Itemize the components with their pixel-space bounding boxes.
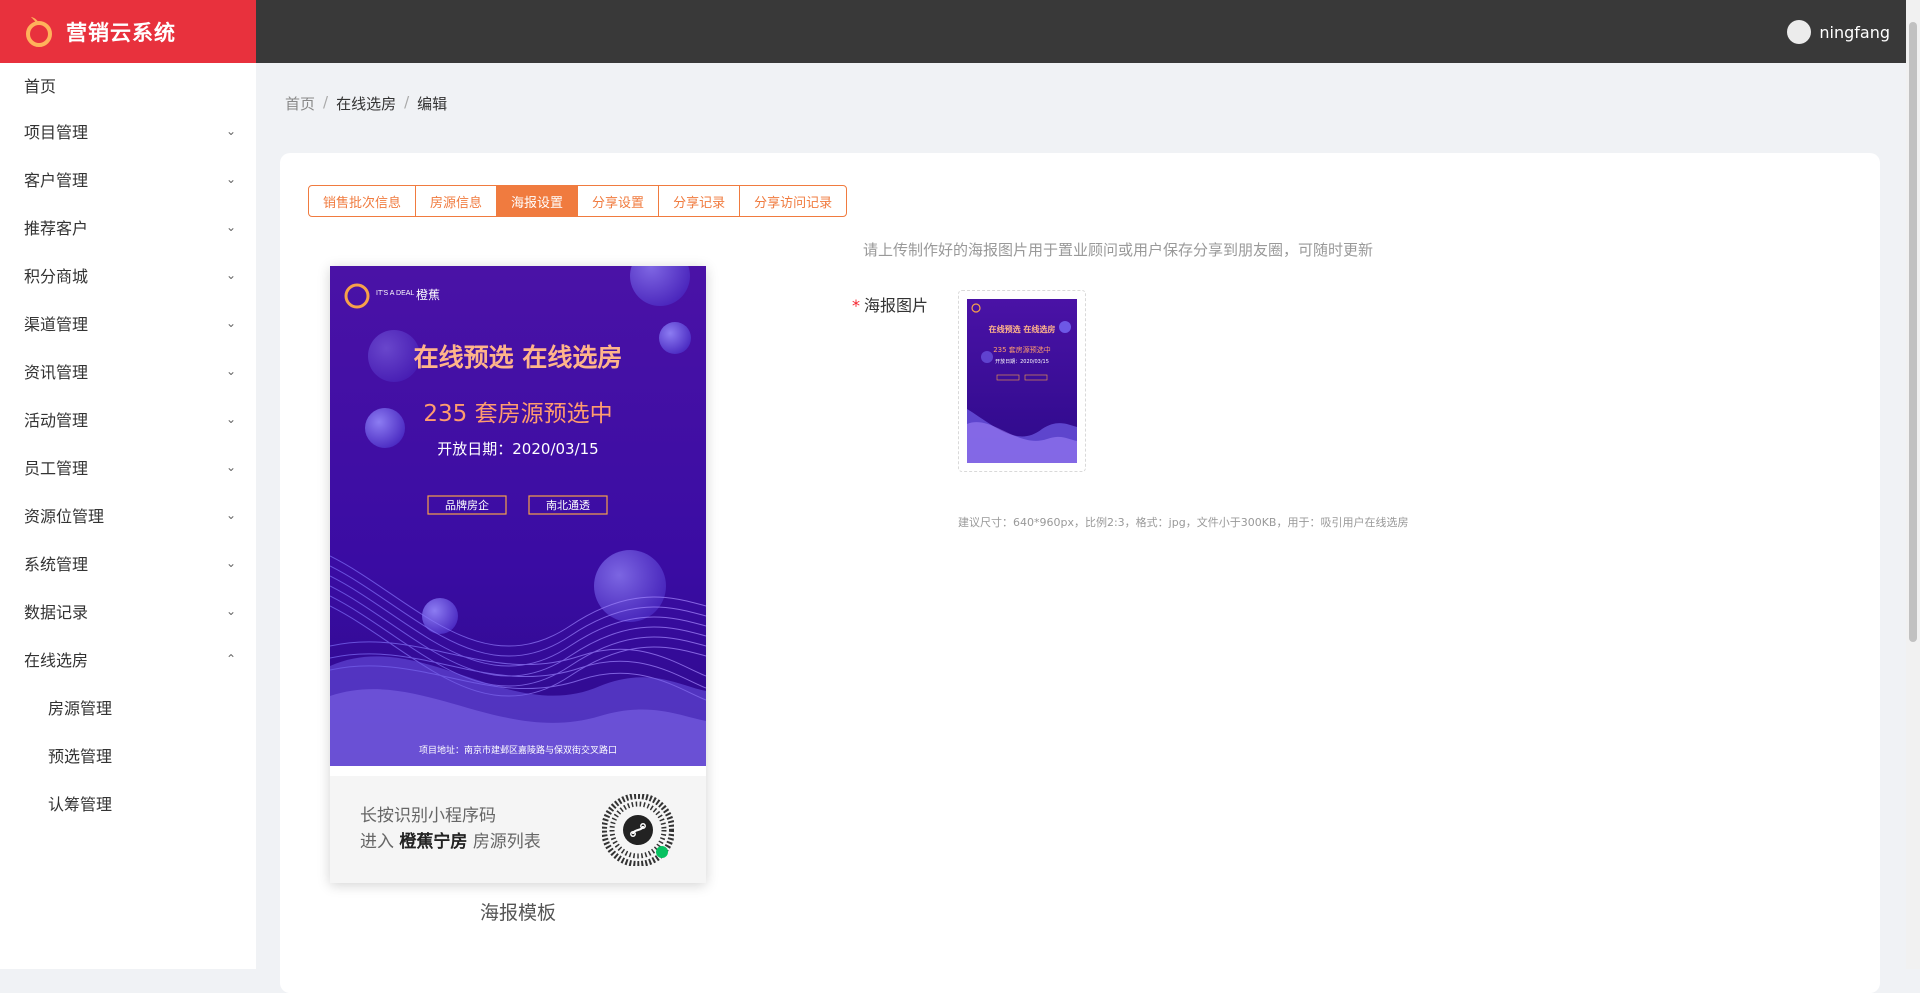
- sidebar-item-points-mall[interactable]: 积分商城 ⌄: [0, 251, 256, 299]
- poster-template: IT'S A DEAL 橙蕉 在线预选 在线选房 235 套房源预选中 开放日期…: [330, 266, 706, 883]
- sidebar-subitem-label: 预选管理: [48, 747, 113, 766]
- sidebar-item-label: 活动管理: [24, 411, 89, 430]
- thumbnail-subhead: 235 套房源预选中: [993, 345, 1051, 354]
- poster-open-date: 开放日期：2020/03/15: [437, 440, 598, 458]
- chevron-down-icon: ⌄: [225, 268, 236, 282]
- sidebar-subitem-label: 房源管理: [48, 699, 113, 718]
- breadcrumb-current: 编辑: [417, 95, 448, 113]
- chevron-down-icon: ⌄: [225, 556, 236, 570]
- sidebar-item-news[interactable]: 资讯管理 ⌄: [0, 347, 256, 395]
- sidebar-item-label: 积分商城: [24, 267, 89, 286]
- sidebar-menu: 首页 项目管理 ⌄ 客户管理 ⌄ 推荐客户 ⌄ 积分商城 ⌄ 渠道管理 ⌄ 资讯管理 ⌄ 活…: [0, 63, 256, 827]
- poster-caption: 海报模板: [480, 902, 557, 924]
- chevron-down-icon: ⌄: [225, 316, 236, 330]
- chevron-down-icon: ⌄: [225, 460, 236, 474]
- logo-bar: 营销云系统: [0, 0, 256, 63]
- sidebar-item-data-records[interactable]: 数据记录 ⌄: [0, 587, 256, 635]
- breadcrumb-home[interactable]: 首页: [285, 93, 315, 114]
- sidebar-subitem-preselection[interactable]: 预选管理: [0, 731, 256, 779]
- poster-brand-cn: 橙蕉: [416, 287, 440, 302]
- user-name: ningfang: [1819, 22, 1890, 42]
- tab-housing-info[interactable]: 房源信息: [415, 185, 498, 217]
- tab-sales-batch[interactable]: 销售批次信息: [308, 185, 417, 217]
- poster-tag-brand: 品牌房企: [445, 498, 489, 512]
- upload-hint: 请上传制作好的海报图片用于置业顾问或用户保存分享到朋友圈，可随时更新: [863, 241, 1374, 259]
- logo-icon: [24, 15, 54, 49]
- breadcrumb-section[interactable]: 在线选房: [336, 93, 396, 114]
- page-scrollbar[interactable]: [1906, 0, 1920, 969]
- chevron-down-icon: ⌄: [225, 604, 236, 618]
- sidebar-item-referral[interactable]: 推荐客户 ⌄: [0, 203, 256, 251]
- breadcrumb-separator: /: [323, 93, 329, 111]
- sidebar-item-label: 员工管理: [24, 459, 89, 478]
- sidebar-item-label: 首页: [24, 77, 57, 96]
- uploaded-poster-thumbnail: 在线预选 在线选房 235 套房源预选中 开放日期：2020/03/15: [967, 299, 1077, 463]
- sidebar-subitem-housing[interactable]: 房源管理: [0, 683, 256, 731]
- sidebar-item-channel[interactable]: 渠道管理 ⌄: [0, 299, 256, 347]
- poster-tag-orientation: 南北通透: [546, 499, 590, 512]
- tab-share-records[interactable]: 分享记录: [658, 185, 741, 217]
- sidebar-item-label: 渠道管理: [24, 315, 89, 334]
- poster-image-label: * 海报图片: [852, 292, 928, 316]
- sidebar-item-project[interactable]: 项目管理 ⌄: [0, 107, 256, 155]
- sidebar-item-label: 资源位管理: [24, 507, 105, 526]
- sidebar-subitem-subscription[interactable]: 认筹管理: [0, 779, 256, 827]
- sidebar-item-label: 客户管理: [24, 171, 89, 190]
- sidebar-item-label: 项目管理: [24, 123, 89, 142]
- breadcrumb: 首页 / 在线选房 / 编辑: [285, 93, 447, 114]
- poster-subhead: 235 套房源预选中: [423, 401, 612, 427]
- chevron-down-icon: ⌄: [225, 508, 236, 522]
- thumbnail-headline: 在线预选 在线选房: [989, 324, 1056, 334]
- sidebar-item-staff[interactable]: 员工管理 ⌄: [0, 443, 256, 491]
- required-mark: *: [852, 296, 860, 315]
- tab-share-visit-records[interactable]: 分享访问记录: [739, 185, 848, 217]
- main-card: 销售批次信息 房源信息 海报设置 分享设置 分享记录 分享访问记录 IT'S A…: [280, 153, 1880, 993]
- tab-share-settings[interactable]: 分享设置: [577, 185, 660, 217]
- poster-image-label-text: 海报图片: [864, 296, 929, 315]
- mini-program-qr-icon: [602, 794, 674, 866]
- scrollbar-thumb[interactable]: [1909, 22, 1917, 642]
- poster-image: IT'S A DEAL 橙蕉 在线预选 在线选房 235 套房源预选中 开放日期…: [330, 266, 706, 766]
- tab-bar: 销售批次信息 房源信息 海报设置 分享设置 分享记录 分享访问记录: [308, 185, 848, 217]
- sidebar-item-resource-slot[interactable]: 资源位管理 ⌄: [0, 491, 256, 539]
- poster-footer-prefix: 进入: [360, 832, 394, 852]
- sidebar-item-label: 资讯管理: [24, 363, 89, 382]
- poster-upload[interactable]: 在线预选 在线选房 235 套房源预选中 开放日期：2020/03/15: [958, 290, 1086, 472]
- chevron-down-icon: ⌄: [225, 124, 236, 138]
- sidebar-item-home[interactable]: 首页: [0, 63, 256, 107]
- sidebar-item-label: 数据记录: [24, 603, 89, 622]
- sidebar-item-label: 推荐客户: [24, 219, 89, 238]
- poster-footer-line2: 进入 橙蕉宁房 房源列表: [360, 827, 541, 852]
- poster-footer: 长按识别小程序码 进入 橙蕉宁房 房源列表: [330, 776, 706, 883]
- chevron-down-icon: ⌄: [225, 412, 236, 426]
- top-bar: ningfang: [256, 0, 1920, 63]
- sidebar-item-activity[interactable]: 活动管理 ⌄: [0, 395, 256, 443]
- app-title: 营销云系统: [66, 20, 176, 45]
- sidebar-subitem-label: 认筹管理: [48, 795, 113, 814]
- chevron-down-icon: ⌄: [225, 220, 236, 234]
- sidebar-item-label: 在线选房: [24, 651, 89, 670]
- chevron-down-icon: ⌄: [225, 172, 236, 186]
- sidebar-item-label: 系统管理: [24, 555, 89, 574]
- chevron-up-icon: ⌃: [225, 652, 236, 666]
- poster-address: 项目地址：南京市建邺区嘉陵路与保双街交叉路口: [419, 744, 617, 756]
- thumbnail-open-date: 开放日期：2020/03/15: [995, 358, 1049, 365]
- sidebar-item-customer[interactable]: 客户管理 ⌄: [0, 155, 256, 203]
- upload-tip: 建议尺寸：640*960px，比例2:3，格式：jpg，文件小于300KB，用于…: [958, 516, 1409, 529]
- poster-brand-en: IT'S A DEAL: [376, 290, 414, 297]
- breadcrumb-separator: /: [404, 93, 410, 111]
- user-menu[interactable]: ningfang: [1787, 20, 1890, 44]
- avatar: [1787, 20, 1812, 44]
- poster-footer-brand: 橙蕉宁房: [399, 832, 468, 852]
- tab-poster-settings[interactable]: 海报设置: [496, 185, 579, 217]
- poster-footer-suffix: 房源列表: [472, 832, 541, 852]
- sidebar-item-system[interactable]: 系统管理 ⌄: [0, 539, 256, 587]
- sidebar: 营销云系统 首页 项目管理 ⌄ 客户管理 ⌄ 推荐客户 ⌄ 积分商城 ⌄ 渠道管理 ⌄ 资…: [0, 0, 256, 969]
- chevron-down-icon: ⌄: [225, 364, 236, 378]
- poster-footer-line1: 长按识别小程序码: [360, 806, 496, 826]
- sidebar-item-online-selection[interactable]: 在线选房 ⌃: [0, 635, 256, 683]
- poster-headline: 在线预选 在线选房: [414, 343, 623, 372]
